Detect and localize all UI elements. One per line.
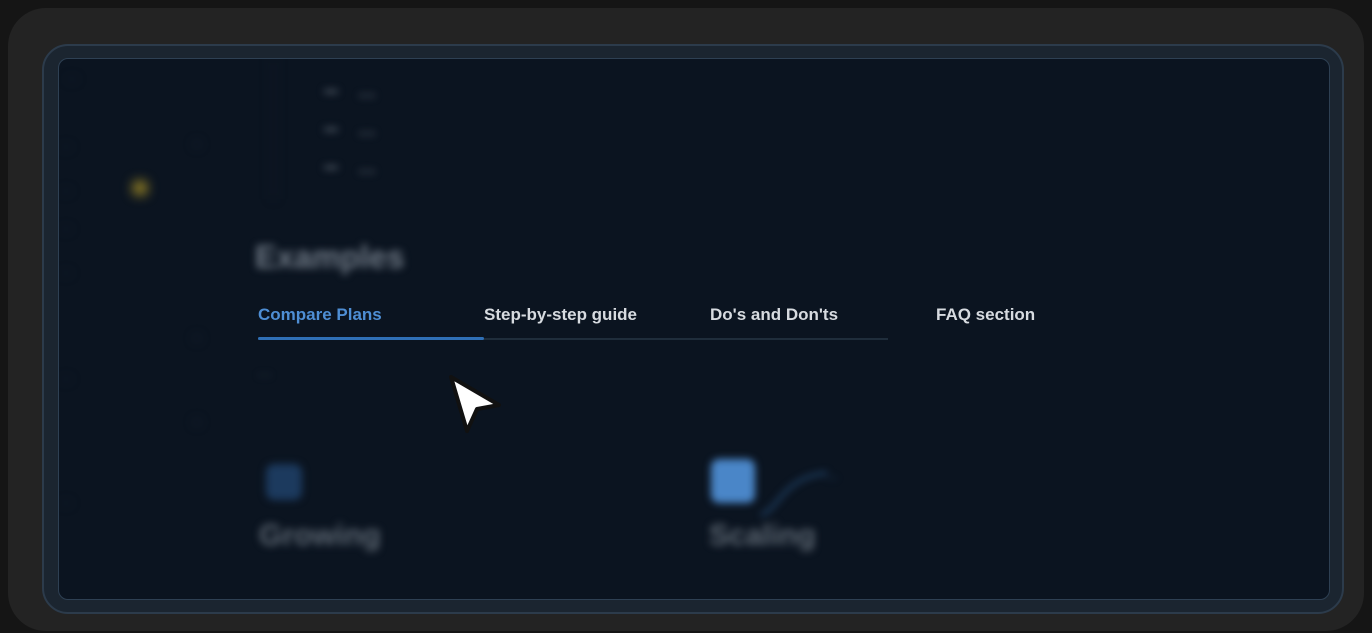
bullet-icon [324,90,338,93]
sidebar-divider [273,59,274,199]
bullet-icon [324,128,338,131]
tab-step-by-step-guide[interactable]: Step-by-step guide [484,305,637,325]
device-frame: … … … … … … … ⌄ ⌄ ⌄ … … … Examples Compa… [42,44,1344,614]
tab-faq-section[interactable]: FAQ section [936,305,1035,325]
sidebar-item[interactable]: … [59,491,73,507]
notification-dot-icon [133,181,147,195]
sidebar-item[interactable]: … [65,67,79,83]
outer-card: … … … … … … … ⌄ ⌄ ⌄ … … … Examples Compa… [8,8,1364,631]
feature-title: Scaling [709,519,816,552]
annotation-connector-icon [760,472,828,516]
tab-description: … [257,363,272,380]
sidebar-item[interactable]: … [59,135,73,151]
sidebar-chevron-icon[interactable]: ⌄ [191,327,203,344]
feature-title: Growing [259,519,381,552]
list-item-text: … [358,119,376,139]
feature-icon [711,459,755,503]
bullet-icon [324,166,338,169]
sidebar-chevron-icon[interactable]: ⌄ [191,133,203,150]
tab-dos-and-donts[interactable]: Do's and Don'ts [710,305,838,325]
tab-active-indicator [258,337,484,340]
sidebar-item[interactable]: … [59,179,73,195]
tab-compare-plans[interactable]: Compare Plans [258,305,382,325]
sidebar-item[interactable]: … [59,217,73,233]
sidebar-item[interactable]: … [59,261,73,277]
list-item: … [324,81,376,102]
tab-bar: Compare Plans Step-by-step guide Do's an… [258,295,1218,341]
list-item-text: … [358,157,376,177]
list-item-text: … [358,81,376,101]
feature-icon [266,464,302,500]
app-screen: … … … … … … … ⌄ ⌄ ⌄ … … … Examples Compa… [58,58,1330,600]
section-title: Examples [255,239,405,275]
list-item: … [324,119,376,140]
list-item: … [324,157,376,178]
pointer-arrow-icon [449,375,501,433]
sidebar-chevron-icon[interactable]: ⌄ [191,411,203,428]
sidebar-item[interactable]: … [59,367,73,383]
